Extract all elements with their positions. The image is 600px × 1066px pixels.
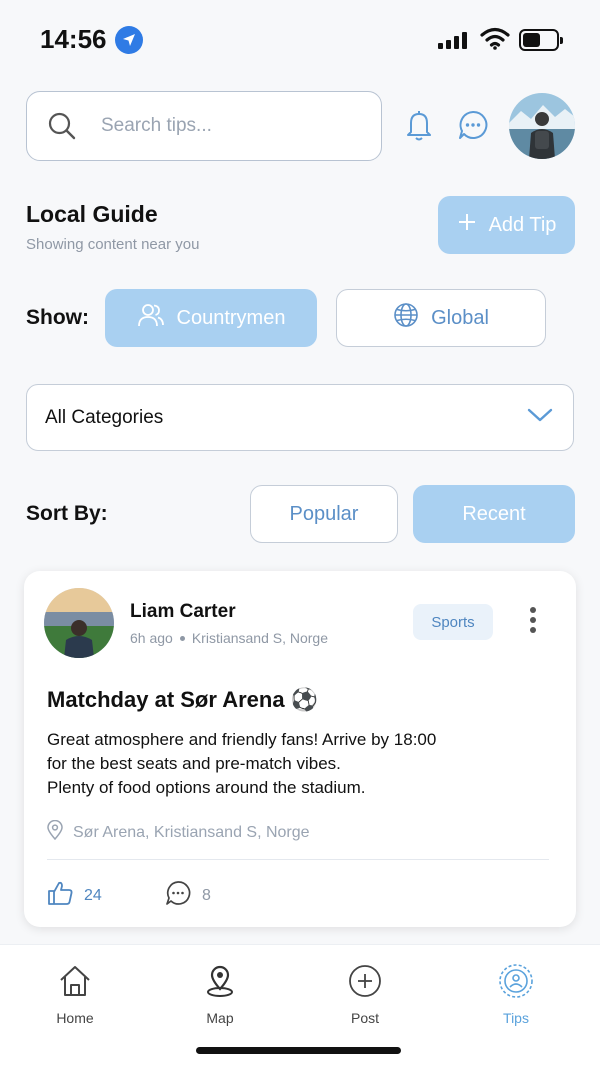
cellular-signal-icon (438, 31, 467, 49)
status-time: 14:56 (40, 24, 107, 54)
post-meta: 6h ago Kristiansand S, Norge (130, 630, 328, 646)
tip-location[interactable]: Sør Arena, Kristiansand S, Norge (47, 819, 310, 845)
like-count: 24 (84, 886, 102, 904)
nav-map[interactable]: Map (170, 963, 270, 1026)
comment-icon (164, 879, 192, 912)
tip-card[interactable]: Liam Carter 6h ago Kristiansand S, Norge… (24, 571, 576, 927)
separator-dot (179, 635, 185, 641)
search-input[interactable] (101, 115, 341, 137)
add-tip-label: Add Tip (488, 213, 557, 236)
countrymen-toggle-button[interactable]: Countrymen (105, 289, 317, 347)
author-location: Kristiansand S, Norge (191, 630, 329, 646)
add-tip-button[interactable]: Add Tip (438, 196, 575, 254)
home-indicator (196, 1047, 401, 1054)
nav-map-label: Map (206, 1010, 234, 1026)
tip-title: Matchday at Sør Arena ⚽ (47, 687, 319, 712)
chevron-down-icon (527, 407, 553, 429)
comment-count: 8 (202, 886, 211, 904)
location-pin-icon (47, 819, 63, 845)
bell-icon[interactable] (403, 108, 435, 147)
map-pin-icon (202, 963, 238, 1002)
battery-icon (519, 29, 563, 51)
card-divider (47, 859, 549, 860)
nav-home-label: Home (56, 1010, 94, 1026)
page-title: Local Guide (26, 201, 158, 227)
category-badge[interactable]: Sports (413, 604, 493, 640)
wifi-icon (480, 27, 510, 56)
category-select-value: All Categories (45, 406, 164, 428)
user-avatar[interactable] (509, 93, 575, 159)
global-label: Global (431, 306, 489, 329)
plus-icon (457, 212, 477, 238)
tips-icon (498, 963, 534, 1002)
tip-body-line: Plenty of food options around the stadiu… (47, 778, 366, 797)
people-icon (137, 302, 165, 334)
nav-home[interactable]: Home (25, 963, 125, 1026)
category-select[interactable]: All Categories (26, 384, 574, 451)
comment-button[interactable]: 8 (164, 879, 211, 912)
author-name[interactable]: Liam Carter (130, 601, 236, 623)
sort-popular-button[interactable]: Popular (250, 485, 398, 543)
more-options-icon[interactable] (530, 607, 536, 633)
chat-bubble-icon[interactable] (456, 108, 490, 147)
nav-tips[interactable]: Tips (466, 963, 566, 1026)
nav-tips-label: Tips (503, 1010, 529, 1026)
tip-body: Great atmosphere and friendly fans! Arri… (47, 728, 527, 800)
countrymen-label: Countrymen (176, 306, 286, 329)
plus-circle-icon (347, 963, 383, 1002)
sort-label: Sort By: (26, 502, 108, 525)
thumbs-up-icon (46, 879, 74, 912)
location-arrow-icon (115, 26, 143, 54)
home-icon (57, 963, 93, 1002)
global-toggle-button[interactable]: Global (336, 289, 546, 347)
page-subtitle: Showing content near you (26, 236, 200, 253)
search-box[interactable] (26, 91, 382, 161)
tip-body-line: Great atmosphere and friendly fans! Arri… (47, 730, 437, 749)
like-button[interactable]: 24 (46, 879, 102, 912)
nav-post[interactable]: Post (315, 963, 415, 1026)
author-avatar[interactable] (44, 588, 114, 658)
nav-post-label: Post (350, 1010, 379, 1026)
show-label: Show: (26, 306, 89, 329)
globe-icon (393, 302, 419, 334)
tip-location-text: Sør Arena, Kristiansand S, Norge (73, 823, 310, 841)
post-time: 6h ago (130, 630, 173, 646)
tip-body-line: for the best seats and pre-match vibes. (47, 754, 341, 773)
search-icon (47, 111, 77, 141)
sort-recent-button[interactable]: Recent (413, 485, 575, 543)
